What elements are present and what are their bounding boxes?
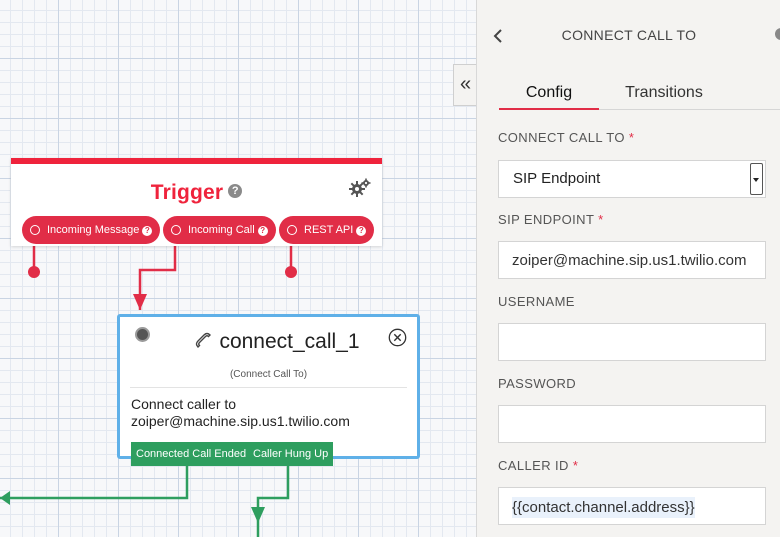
connector-dot-icon: [171, 225, 181, 235]
caller-id-value: {{contact.channel.address}}: [512, 497, 695, 518]
password-input[interactable]: [498, 405, 766, 443]
close-icon[interactable]: [388, 328, 407, 352]
help-icon[interactable]: ?: [228, 184, 243, 199]
connector-dot-icon: [30, 225, 40, 235]
widget-type-label: (Connect Call To): [229, 369, 308, 380]
connect-call-to-select[interactable]: SIP Endpoint: [498, 160, 766, 198]
label-text: SIP ENDPOINT: [498, 212, 595, 227]
connected-call-ended-arrow: [0, 491, 10, 505]
help-icon[interactable]: ?: [356, 226, 367, 236]
pill-label: REST API: [304, 224, 354, 236]
panel-title: CONNECT CALL TO: [561, 27, 697, 43]
incoming-call-wire: [138, 238, 177, 310]
required-marker: *: [628, 130, 635, 145]
connect-call-to-label: CONNECT CALL TO *: [498, 130, 634, 145]
description-line: zoiper@machine.sip.us1.twilio.com: [131, 413, 350, 429]
select-arrow-icon: [750, 163, 763, 195]
connector-dot-icon: [287, 225, 297, 235]
incoming-message-pill[interactable]: Incoming Message?: [22, 216, 161, 244]
tab-config[interactable]: Config: [499, 84, 599, 110]
tab-transitions[interactable]: Transitions: [617, 84, 711, 110]
help-icon[interactable]: [775, 28, 780, 40]
config-panel: CONNECT CALL TO Config Transitions CONNE…: [476, 0, 780, 537]
caller-hung-up-wire: [256, 465, 290, 537]
rest-api-pill[interactable]: REST API?: [279, 216, 375, 244]
connect-call-widget[interactable]: connect_call_1 (Connect Call To) Connect…: [117, 314, 420, 459]
incoming-message-endpoint: [28, 266, 40, 278]
label-text: CALLER ID: [498, 458, 569, 473]
caller-hung-up-exit[interactable]: Caller Hung Up: [248, 442, 334, 466]
required-marker: *: [572, 458, 579, 473]
pill-label: Incoming Call: [188, 224, 255, 236]
caller-id-label: CALLER ID *: [498, 458, 578, 473]
connected-call-ended-exit[interactable]: Connected Call Ended: [131, 442, 252, 466]
incoming-call-pill[interactable]: Incoming Call?: [163, 216, 276, 244]
pill-label: Incoming Message: [47, 224, 140, 236]
trigger-widget[interactable]: Trigger? Incoming Message? Incoming Call…: [11, 158, 382, 246]
trigger-title: Trigger: [150, 181, 224, 204]
sip-endpoint-label: SIP ENDPOINT *: [498, 212, 604, 227]
phone-icon: [196, 332, 212, 348]
collapse-panel-button[interactable]: «: [453, 64, 477, 106]
username-input[interactable]: [498, 323, 766, 361]
gears-icon[interactable]: [349, 178, 371, 203]
panel-header: CONNECT CALL TO: [477, 0, 780, 72]
widget-title-row: connect_call_1: [120, 330, 417, 354]
username-label: USERNAME: [498, 294, 575, 309]
select-value: SIP Endpoint: [513, 170, 601, 187]
divider: [130, 387, 407, 388]
required-marker: *: [598, 212, 604, 227]
rest-api-endpoint: [285, 266, 297, 278]
caller-id-input[interactable]: {{contact.channel.address}}: [498, 487, 766, 525]
panel-tabs: Config Transitions: [499, 84, 780, 110]
help-icon[interactable]: ?: [142, 226, 153, 236]
connected-call-ended-wire: [0, 465, 189, 500]
password-label: PASSWORD: [498, 376, 577, 391]
sip-endpoint-input[interactable]: zoiper@machine.sip.us1.twilio.com: [498, 241, 766, 279]
widget-title: connect_call_1: [219, 330, 360, 353]
incoming-call-arrow: [133, 294, 147, 310]
trigger-title-row: Trigger?: [11, 181, 382, 205]
label-text: CONNECT CALL TO: [498, 130, 625, 145]
widget-description: Connect caller to zoiper@machine.sip.us1…: [131, 396, 350, 430]
caller-hung-up-arrow: [251, 507, 265, 523]
flow-canvas[interactable]: Trigger? Incoming Message? Incoming Call…: [0, 0, 476, 537]
help-icon[interactable]: ?: [257, 226, 268, 236]
description-line: Connect caller to: [131, 396, 237, 412]
